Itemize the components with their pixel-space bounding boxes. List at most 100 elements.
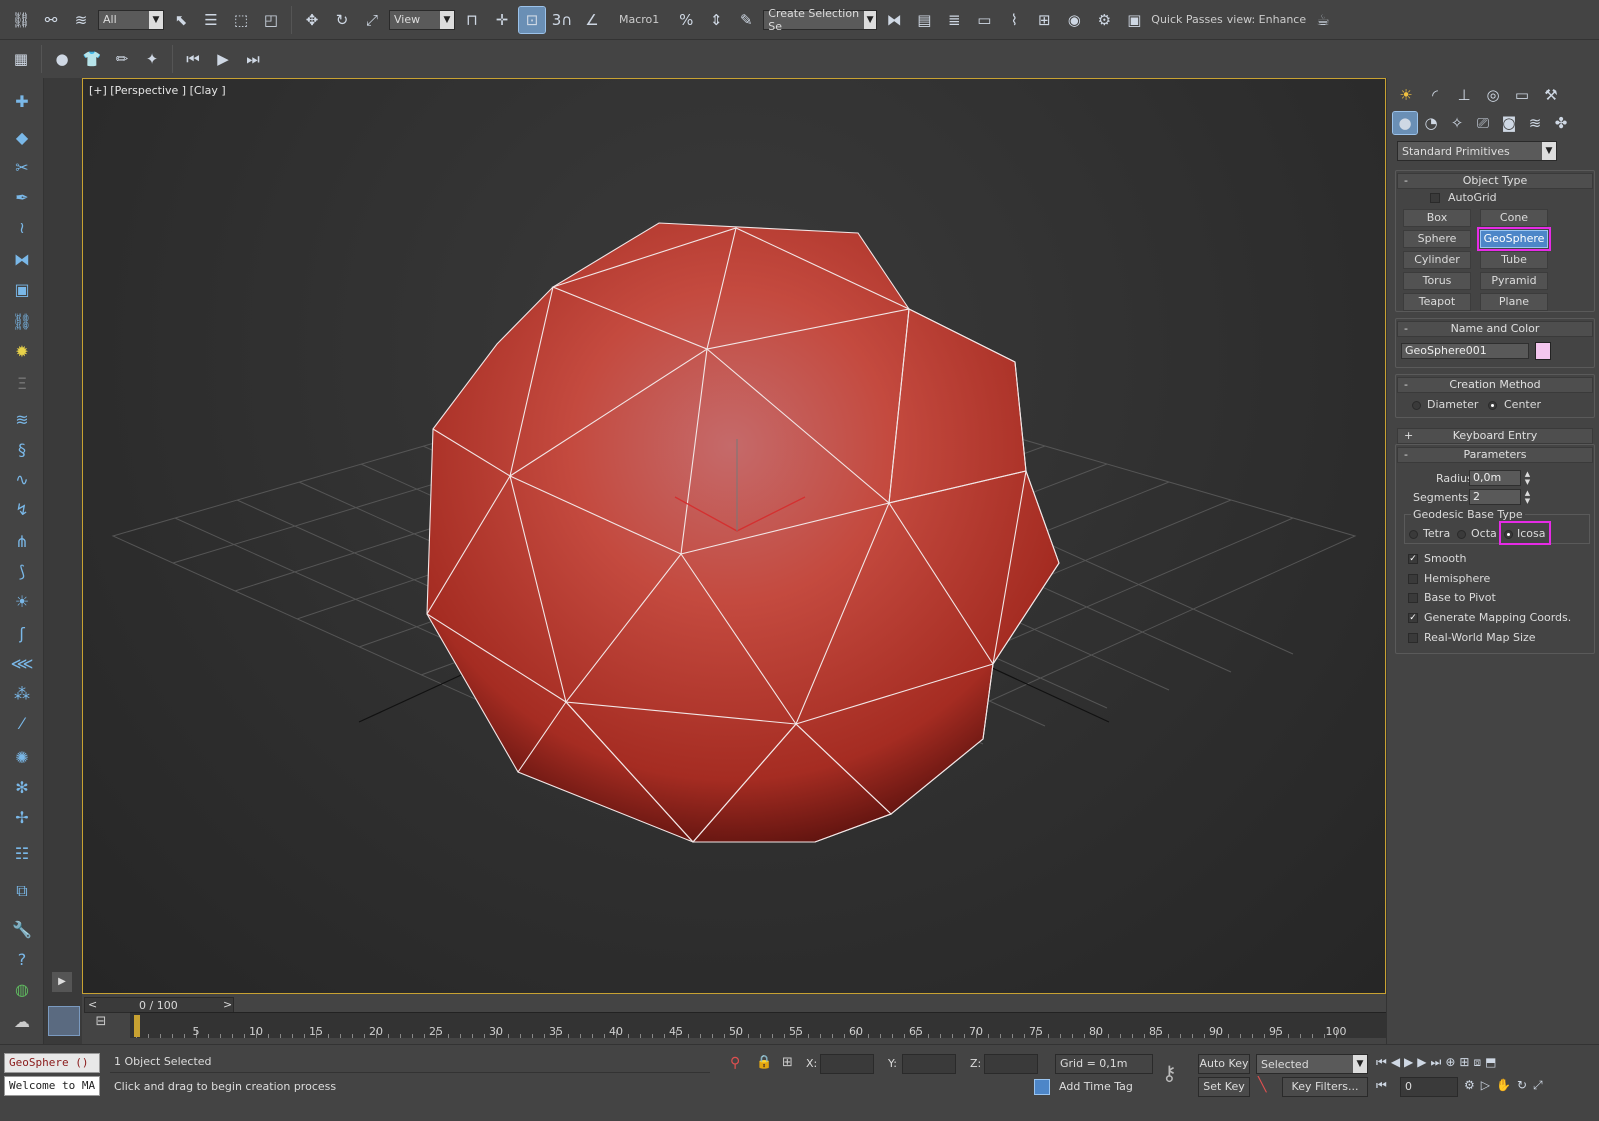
script-icon[interactable]: ☷ xyxy=(9,840,35,866)
play-icon[interactable]: ▶ xyxy=(1404,1055,1413,1075)
perspective-viewport[interactable]: [+] [Perspective ] [Clay ] xyxy=(82,78,1386,994)
fur-icon[interactable]: ʃ xyxy=(9,620,35,646)
view-enhance-label[interactable]: view: Enhance xyxy=(1227,13,1306,26)
segments-field[interactable]: 2 xyxy=(1469,489,1521,505)
chain-icon[interactable]: ⛓ xyxy=(9,308,35,334)
zoom-region-icon[interactable]: ⬒ xyxy=(1485,1055,1496,1075)
time-slider-prev[interactable]: < xyxy=(88,998,97,1011)
swirl-icon[interactable]: ↯ xyxy=(9,496,35,522)
maximize-viewport-icon[interactable]: ⤢ xyxy=(1533,1078,1543,1098)
help-icon[interactable]: ? xyxy=(9,946,35,972)
prev-frame-icon[interactable]: ◀ xyxy=(1391,1055,1400,1075)
utilities-tab-icon[interactable]: ⚒ xyxy=(1538,82,1564,108)
select-object-icon[interactable]: ⬉ xyxy=(168,7,194,33)
icosa-radio[interactable] xyxy=(1504,530,1513,539)
go-to-start-icon[interactable]: ⏮ xyxy=(1376,1055,1387,1075)
wrench-icon[interactable]: 🔧 xyxy=(9,916,35,942)
track-bar[interactable]: 5 10 15 20 25 30 35 40 45 50 55 60 65 70 75 80 85 90 95 100 xyxy=(130,1012,1386,1038)
torus-button[interactable]: Torus xyxy=(1403,272,1471,290)
coil-icon[interactable]: ∿ xyxy=(9,466,35,492)
ribbon-icon[interactable]: ⟆ xyxy=(9,558,35,584)
rendered-frame-icon[interactable]: ▣ xyxy=(1121,7,1147,33)
wave-icon[interactable]: ≋ xyxy=(9,406,35,432)
bind-space-warp-icon[interactable]: ≋ xyxy=(68,7,94,33)
key-mode-toggle-icon[interactable]: ⏮ xyxy=(1376,1078,1387,1093)
y-coord-field[interactable] xyxy=(902,1054,956,1074)
lights-icon[interactable]: ✧ xyxy=(1445,112,1469,134)
motion-tab-icon[interactable]: ◎ xyxy=(1480,82,1506,108)
symmetry-icon[interactable]: ⧓ xyxy=(9,246,35,272)
time-slider[interactable]: < 0 / 100 > xyxy=(84,997,234,1013)
tetra-radio[interactable] xyxy=(1409,530,1418,539)
geosphere-button[interactable]: GeoSphere xyxy=(1477,227,1551,251)
pan-icon[interactable]: ✋ xyxy=(1496,1078,1511,1098)
z-coord-field[interactable] xyxy=(984,1054,1038,1074)
snapshot-last-icon[interactable]: ⏭ xyxy=(240,46,266,72)
current-frame-field[interactable]: 0 xyxy=(1400,1077,1458,1097)
time-config-icon[interactable]: ⚙ xyxy=(1464,1078,1475,1098)
fan-icon[interactable]: ✢ xyxy=(9,804,35,830)
render-setup-icon[interactable]: ⚙ xyxy=(1091,7,1117,33)
pivot-point-icon[interactable]: ⊓ xyxy=(459,7,485,33)
maxscript-listener-line2[interactable]: Welcome to MA xyxy=(4,1076,100,1096)
set-key-icon[interactable]: ⚷ xyxy=(1162,1061,1177,1085)
select-and-rotate-icon[interactable]: ↻ xyxy=(329,7,355,33)
ep-icon[interactable]: Ξ xyxy=(9,370,35,396)
material-editor-icon[interactable]: ◉ xyxy=(1061,7,1087,33)
particle-icon[interactable]: ✦ xyxy=(139,46,165,72)
octa-radio[interactable] xyxy=(1457,530,1466,539)
spring-icon[interactable]: § xyxy=(9,436,35,462)
shapes-icon[interactable]: ◔ xyxy=(1419,112,1443,134)
layers-icon[interactable]: ⧉ xyxy=(9,878,35,904)
angle-snap-icon[interactable]: ∠ xyxy=(579,7,605,33)
radius-spinner-icon[interactable]: ▲ ▼ xyxy=(1523,470,1532,486)
bulb-icon[interactable]: ✺ xyxy=(9,744,35,770)
key-mode-dropdown[interactable]: Selected ▼ xyxy=(1256,1054,1368,1074)
grass-icon[interactable]: ⋘ xyxy=(9,650,35,676)
graphite-toolbox-icon[interactable]: ▭ xyxy=(971,7,997,33)
expand-arrow-icon[interactable]: ▶ xyxy=(52,972,72,992)
named-selection-dropdown[interactable]: Create Selection Se ▼ xyxy=(763,7,878,33)
spacewarps-icon[interactable]: ≋ xyxy=(1523,112,1547,134)
key-pen-icon[interactable]: ╲ xyxy=(1258,1077,1266,1093)
select-and-link-icon[interactable]: ⛓ xyxy=(8,7,34,33)
box-button[interactable]: Box xyxy=(1403,209,1471,227)
cameras-icon[interactable]: ⎚ xyxy=(1471,112,1495,134)
segments-spinner-icon[interactable]: ▲ ▼ xyxy=(1523,489,1532,505)
spot-icon[interactable]: ✻ xyxy=(9,774,35,800)
snapshot-play-icon[interactable]: ▶ xyxy=(210,46,236,72)
teapot-render-icon[interactable]: ☕ xyxy=(1310,7,1336,33)
auto-key-button[interactable]: Auto Key xyxy=(1198,1054,1250,1074)
window-crossing-icon[interactable]: ◰ xyxy=(258,7,284,33)
gear-icon[interactable]: ✹ xyxy=(9,338,35,364)
schematic-view-icon[interactable]: ⊞ xyxy=(1031,7,1057,33)
autogrid-checkbox[interactable] xyxy=(1430,193,1440,203)
hemisphere-checkbox[interactable] xyxy=(1408,574,1418,584)
cube-icon[interactable]: ▣ xyxy=(9,276,35,302)
key-filters-button[interactable]: Key Filters... xyxy=(1282,1077,1368,1097)
spinner-snap-icon[interactable]: ⇕ xyxy=(703,7,729,33)
modify-tab-icon[interactable]: ◜ xyxy=(1422,82,1448,108)
edit-named-selection-icon[interactable]: ✎ xyxy=(733,7,759,33)
x-coord-field[interactable] xyxy=(820,1054,874,1074)
select-by-name-icon[interactable]: ☰ xyxy=(198,7,224,33)
field-of-view-icon[interactable]: ▷ xyxy=(1481,1078,1490,1098)
creation-method-header[interactable]: - Creation Method xyxy=(1397,377,1593,393)
keyboard-entry-header[interactable]: + Keyboard Entry xyxy=(1397,428,1593,444)
absolute-mode-icon[interactable]: ⊞ xyxy=(782,1055,793,1070)
rectangular-selection-icon[interactable]: ⬚ xyxy=(228,7,254,33)
scissors-icon[interactable]: ✂ xyxy=(9,154,35,180)
zoom-extents-icon[interactable]: ⧈ xyxy=(1473,1055,1481,1075)
plane-button[interactable]: Plane xyxy=(1480,293,1548,311)
select-and-scale-icon[interactable]: ⤢ xyxy=(359,7,385,33)
track-bar-filter-icon[interactable]: ⊟ xyxy=(90,1014,112,1034)
systems-icon[interactable]: ✤ xyxy=(1549,112,1573,134)
globe-icon[interactable]: ◍ xyxy=(9,976,35,1002)
time-tag-icon[interactable] xyxy=(1034,1079,1050,1095)
hair-icon[interactable]: ≀ xyxy=(9,214,35,240)
create-tab-icon[interactable]: ☀ xyxy=(1393,82,1419,108)
name-color-header[interactable]: - Name and Color xyxy=(1397,321,1593,337)
noise-icon[interactable]: ⁂ xyxy=(9,680,35,706)
snapshot-first-icon[interactable]: ⏮ xyxy=(180,46,206,72)
select-and-move-icon[interactable]: ✥ xyxy=(299,7,325,33)
